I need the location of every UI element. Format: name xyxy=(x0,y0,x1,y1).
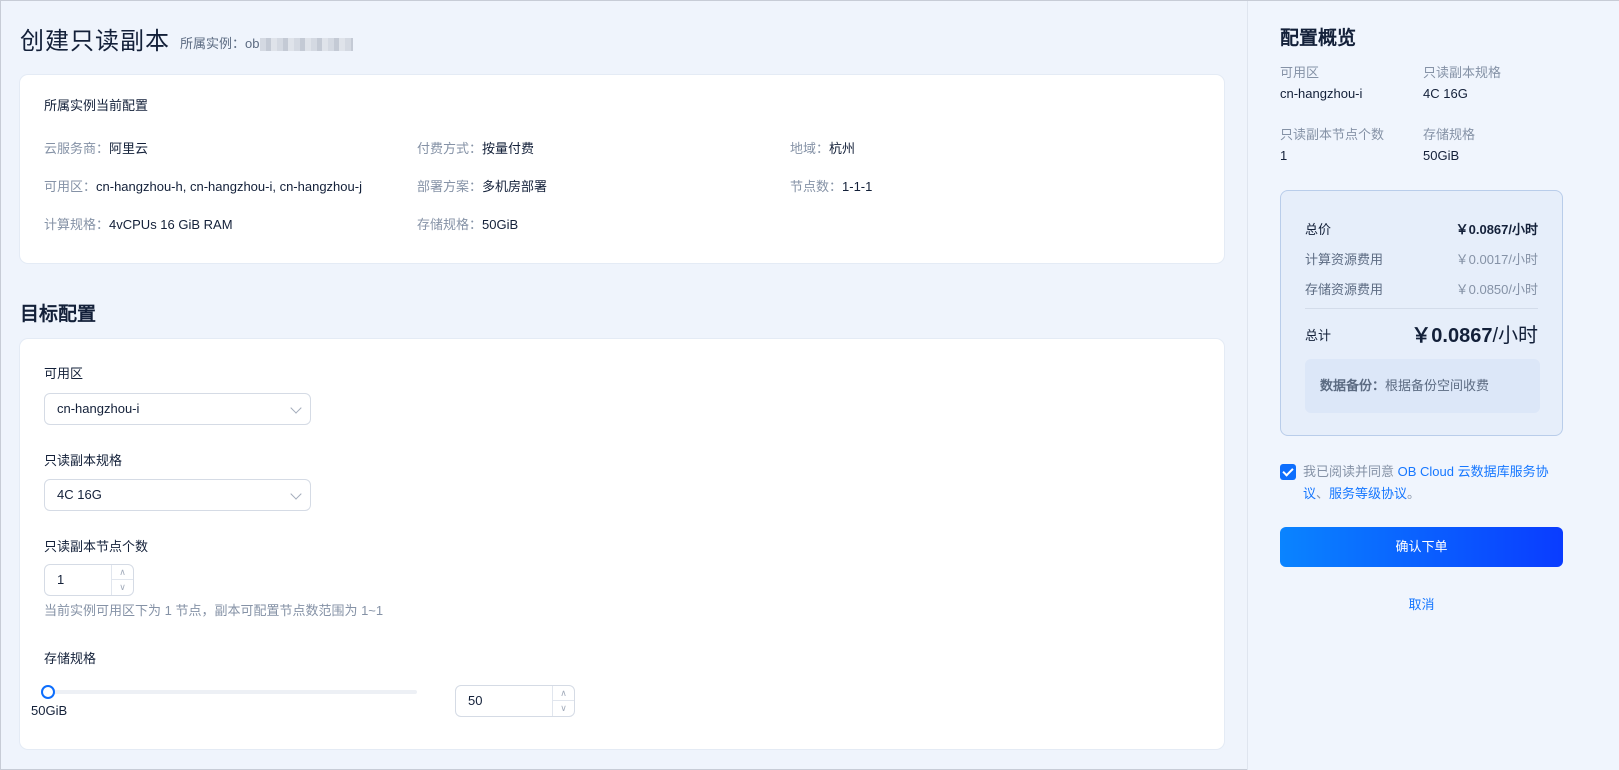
summary-sidebar: 配置概览 可用区 cn-hangzhou-i 只读副本规格 4C 16G 只读副… xyxy=(1247,1,1619,770)
instance-label: 所属实例： xyxy=(180,36,246,51)
info-value: 杭州 xyxy=(829,141,856,156)
price-storage-label: 存储资源费用 xyxy=(1305,282,1384,297)
price-total-value: ￥0.0867/小时 xyxy=(1455,222,1538,237)
stepper-up-icon[interactable]: ∧ xyxy=(112,565,133,580)
info-node-count: 节点数：1-1-1 xyxy=(790,176,872,195)
agreement-checkbox[interactable] xyxy=(1280,464,1296,480)
node-count-label: 只读副本节点个数 xyxy=(44,539,149,554)
info-region: 地域：杭州 xyxy=(790,138,855,157)
node-count-hint: 当前实例可用区下为 1 节点，副本可配置节点数范围为 1~1 xyxy=(44,603,384,618)
storage-stepper[interactable]: 50 ∧ ∨ xyxy=(455,685,575,717)
spec-label: 只读副本规格 xyxy=(44,453,123,468)
price-sum-amount: ￥0.0867 xyxy=(1411,325,1493,347)
info-key: 付费方式： xyxy=(417,141,483,156)
info-key: 云服务商： xyxy=(44,141,110,156)
current-config-title: 所属实例当前配置 xyxy=(44,98,149,113)
agreement-sep: 、 xyxy=(1316,486,1330,501)
info-value: cn-hangzhou-h, cn-hangzhou-i, cn-hangzho… xyxy=(96,179,362,194)
summary-zone-value: cn-hangzhou-i xyxy=(1280,86,1363,101)
price-compute-value: ￥0.0017/小时 xyxy=(1455,252,1538,267)
info-key: 计算规格： xyxy=(44,217,110,232)
info-key: 节点数： xyxy=(790,179,843,194)
info-value: 4vCPUs 16 GiB RAM xyxy=(109,217,233,232)
storage-slider-handle[interactable] xyxy=(41,685,55,699)
target-config-title: 目标配置 xyxy=(20,304,97,325)
storage-slider-track[interactable] xyxy=(47,690,417,694)
info-compute-spec: 计算规格：4vCPUs 16 GiB RAM xyxy=(44,214,233,233)
price-total-label: 总价 xyxy=(1305,222,1332,237)
confirm-order-button[interactable]: 确认下单 xyxy=(1280,527,1563,567)
node-count-stepper[interactable]: 1 ∧ ∨ xyxy=(44,564,134,596)
info-key: 地域： xyxy=(790,141,830,156)
info-value: 按量付费 xyxy=(482,141,535,156)
price-divider xyxy=(1305,308,1538,309)
spec-select-value: 4C 16G xyxy=(57,487,102,502)
summary-nodes-label: 只读副本节点个数 xyxy=(1280,127,1385,142)
summary-nodes-value: 1 xyxy=(1280,148,1288,163)
instance-value: ob xyxy=(245,36,260,51)
main-area: 创建只读副本 所属实例：ob 所属实例当前配置 云服务商：阿里云 付费方式：按量… xyxy=(1,1,1247,770)
storage-value[interactable]: 50 xyxy=(468,693,482,708)
agreement: 我已阅读并同意 OB Cloud 云数据库服务协议、服务等级协议。 xyxy=(1280,461,1570,505)
summary-storage-value: 50GiB xyxy=(1423,148,1460,163)
instance-line: 所属实例：ob xyxy=(180,33,354,52)
stepper-buttons: ∧ ∨ xyxy=(552,686,574,716)
summary-spec-value: 4C 16G xyxy=(1423,86,1468,101)
agreement-prefix: 我已阅读并同意 xyxy=(1303,464,1398,479)
backup-value: 根据备份空间收费 xyxy=(1385,378,1490,393)
page-frame: 创建只读副本 所属实例：ob 所属实例当前配置 云服务商：阿里云 付费方式：按量… xyxy=(0,0,1619,770)
price-box: 总价 ￥0.0867/小时 计算资源费用 ￥0.0017/小时 存储资源费用 ￥… xyxy=(1280,190,1563,436)
price-sum-label: 总计 xyxy=(1305,328,1332,343)
info-zone: 可用区：cn-hangzhou-h, cn-hangzhou-i, cn-han… xyxy=(44,176,362,195)
zone-label: 可用区 xyxy=(44,366,84,381)
price-sum-unit: /小时 xyxy=(1492,325,1538,347)
summary-title: 配置概览 xyxy=(1280,28,1357,49)
stepper-down-icon[interactable]: ∨ xyxy=(112,580,133,595)
info-deployment: 部署方案：多机房部署 xyxy=(417,176,547,195)
backup-note: 数据备份：根据备份空间收费 xyxy=(1305,359,1540,413)
summary-storage-label: 存储规格 xyxy=(1423,127,1476,142)
info-value: 50GiB xyxy=(482,217,519,232)
info-key: 可用区： xyxy=(44,179,97,194)
current-config-card: 所属实例当前配置 云服务商：阿里云 付费方式：按量付费 地域：杭州 可用区：cn… xyxy=(20,75,1224,263)
info-storage-spec: 存储规格：50GiB xyxy=(417,214,518,233)
info-key: 存储规格： xyxy=(417,217,483,232)
info-value: 阿里云 xyxy=(109,141,149,156)
cancel-button[interactable]: 取消 xyxy=(1280,594,1563,613)
price-storage-value: ￥0.0850/小时 xyxy=(1455,282,1538,297)
stepper-down-icon[interactable]: ∨ xyxy=(553,701,574,716)
info-cloud-provider: 云服务商：阿里云 xyxy=(44,138,148,157)
redacted-instance-id xyxy=(260,38,354,52)
stepper-buttons: ∧ ∨ xyxy=(111,565,133,595)
info-billing: 付费方式：按量付费 xyxy=(417,138,534,157)
price-sum-value: ￥0.0867/小时 xyxy=(1411,319,1538,348)
spec-select[interactable]: 4C 16G xyxy=(44,479,311,511)
chevron-down-icon xyxy=(290,488,302,500)
backup-key: 数据备份： xyxy=(1320,378,1386,393)
summary-zone-label: 可用区 xyxy=(1280,65,1320,80)
info-value: 多机房部署 xyxy=(482,179,548,194)
agreement-suffix: 。 xyxy=(1407,486,1421,501)
info-key: 部署方案： xyxy=(417,179,483,194)
node-count-value[interactable]: 1 xyxy=(57,572,64,587)
storage-slider-min-label: 50GiB xyxy=(31,703,68,718)
price-compute-label: 计算资源费用 xyxy=(1305,252,1384,267)
agreement-text: 我已阅读并同意 OB Cloud 云数据库服务协议、服务等级协议。 xyxy=(1280,461,1570,505)
page-title: 创建只读副本 xyxy=(20,28,170,55)
sla-link[interactable]: 服务等级协议 xyxy=(1329,486,1407,501)
zone-select-value: cn-hangzhou-i xyxy=(57,401,140,416)
info-value: 1-1-1 xyxy=(842,179,873,194)
stepper-up-icon[interactable]: ∧ xyxy=(553,686,574,701)
chevron-down-icon xyxy=(290,402,302,414)
summary-spec-label: 只读副本规格 xyxy=(1423,65,1502,80)
storage-label: 存储规格 xyxy=(44,651,97,666)
zone-select[interactable]: cn-hangzhou-i xyxy=(44,393,311,425)
